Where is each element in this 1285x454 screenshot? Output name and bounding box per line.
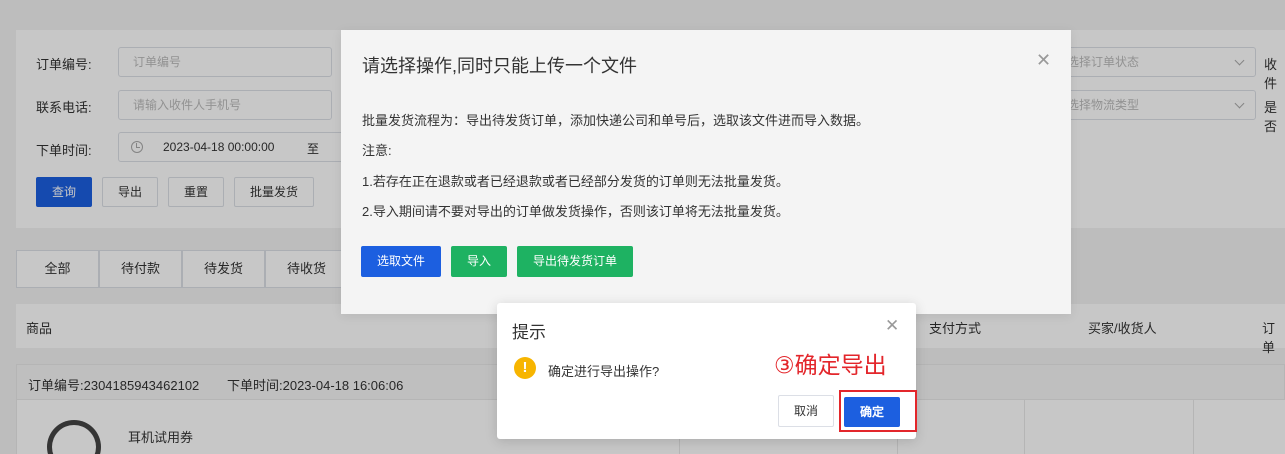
import-button[interactable]: 导入 xyxy=(451,246,507,277)
close-icon[interactable]: ✕ xyxy=(885,316,899,336)
confirm-title: 提示 xyxy=(512,323,546,342)
dialog-title: 请选择操作,同时只能上传一个文件 xyxy=(362,56,637,76)
annotation-label: ③确定导出 xyxy=(774,353,887,379)
cancel-button[interactable]: 取消 xyxy=(778,395,834,427)
confirm-message: 确定进行导出操作? xyxy=(548,364,660,379)
note-item-1: 1.若存在正在退款或者已经退款或者已经部分发货的订单则无法批量发货。 xyxy=(362,174,789,189)
close-icon[interactable]: ✕ xyxy=(1036,50,1051,71)
warning-icon: ! xyxy=(514,357,536,379)
select-file-button[interactable]: 选取文件 xyxy=(361,246,441,277)
note-heading: 注意: xyxy=(362,143,392,158)
batch-ship-dialog: 请选择操作,同时只能上传一个文件 ✕ 批量发货流程为：导出待发货订单，添加快递公… xyxy=(341,30,1071,314)
note-item-2: 2.导入期间请不要对导出的订单做发货操作，否则该订单将无法批量发货。 xyxy=(362,204,789,219)
process-description: 批量发货流程为：导出待发货订单，添加快递公司和单号后，选取该文件进而导入数据。 xyxy=(362,113,870,128)
export-pending-orders-button[interactable]: 导出待发货订单 xyxy=(517,246,633,277)
annotation-highlight-box xyxy=(839,390,917,432)
